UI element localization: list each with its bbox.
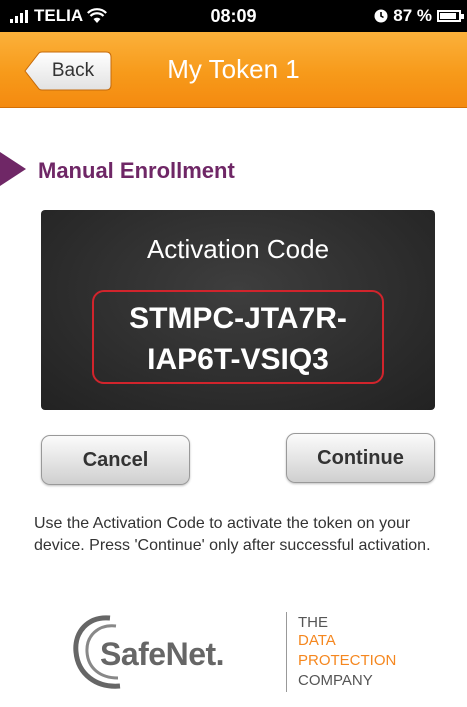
- tagline-line-3: PROTECTION: [298, 652, 397, 669]
- navigation-bar: Back My Token 1: [0, 32, 467, 108]
- battery-percent: 87 %: [393, 6, 432, 25]
- section-title: Manual Enrollment: [38, 158, 235, 183]
- activation-code-box: STMPC-JTA7R- IAP6T-VSIQ3: [92, 290, 384, 384]
- safenet-logo-text: SafeNet.: [100, 636, 225, 672]
- battery-icon: [437, 10, 464, 22]
- tagline-line-2: DATA: [298, 632, 336, 649]
- help-text: Use the Activation Code to activate the …: [34, 515, 431, 554]
- tagline-line-4: COMPANY: [298, 672, 373, 689]
- status-bar: TELIA 08:09 87 %: [0, 0, 467, 32]
- activation-code-panel: Activation Code STMPC-JTA7R- IAP6T-VSIQ3: [41, 210, 435, 410]
- activation-code-line-2: IAP6T-VSIQ3: [147, 343, 329, 376]
- section-marker-icon: [0, 152, 26, 186]
- status-right-group: 87 %: [374, 6, 464, 26]
- logo-divider: [286, 612, 287, 692]
- tagline-line-1: THE: [298, 614, 328, 631]
- activation-code-label: Activation Code: [146, 234, 330, 264]
- alarm-clock-icon: [374, 9, 388, 23]
- activation-code-line-1: STMPC-JTA7R-: [129, 302, 347, 335]
- cancel-button[interactable]: Cancel: [41, 435, 190, 485]
- continue-button[interactable]: Continue: [286, 433, 435, 483]
- page-title: My Token 1: [167, 54, 300, 84]
